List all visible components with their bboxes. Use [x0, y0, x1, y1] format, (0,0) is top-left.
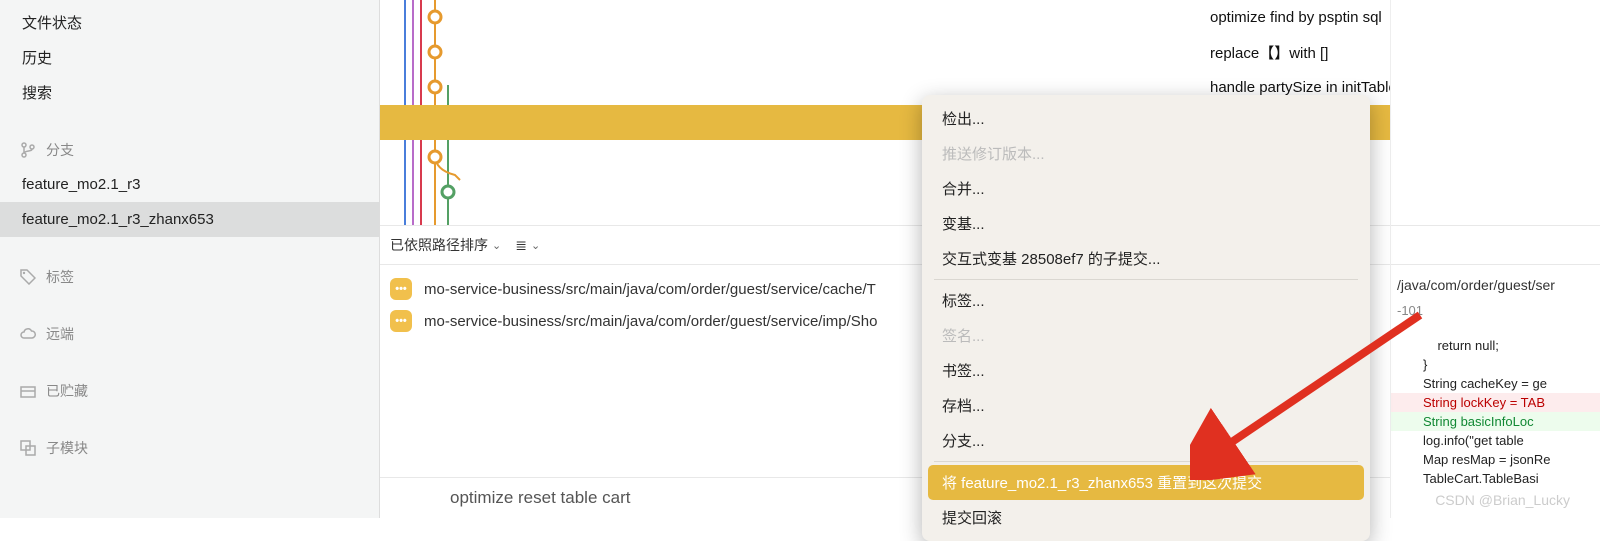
sidebar-branch-zhanx653[interactable]: feature_mo2.1_r3_zhanx653: [0, 202, 379, 237]
commit-msg: replace【】with []: [1210, 42, 1328, 63]
sidebar-item-search[interactable]: 搜索: [0, 75, 379, 110]
ctx-separator: [934, 461, 1358, 462]
watermark: CSDN @Brian_Lucky: [1435, 492, 1570, 508]
sidebar-item-history[interactable]: 历史: [0, 40, 379, 75]
file-modified-icon: •••: [390, 310, 412, 332]
diff-line: Map resMap = jsonRe: [1391, 450, 1600, 469]
sidebar-section-branch[interactable]: 分支: [0, 132, 379, 167]
sidebar-section-stash-label: 已贮藏: [46, 381, 88, 401]
ctx-sign: 签名...: [928, 318, 1364, 353]
sort-dropdown[interactable]: 已依照路径排序 ⌄: [390, 235, 501, 255]
stash-icon: [20, 383, 36, 399]
diff-panel: /java/com/order/guest/ser -101 return nu…: [1390, 0, 1600, 518]
ctx-tag[interactable]: 标签...: [928, 283, 1364, 318]
sidebar-section-branch-label: 分支: [46, 140, 74, 160]
diff-file-header: /java/com/order/guest/ser: [1391, 265, 1600, 297]
commit-row[interactable]: optimize find by psptin sql: [380, 0, 1390, 35]
commit-msg: optimize find by psptin sql: [1210, 9, 1382, 26]
sidebar-section-tag[interactable]: 标签: [0, 259, 379, 294]
ctx-interactive-rebase[interactable]: 交互式变基 28508ef7 的子提交...: [928, 241, 1364, 276]
ctx-reset-to-commit[interactable]: 将 feature_mo2.1_r3_zhanx653 重置到这次提交: [928, 465, 1364, 500]
commit-msg: handle partySize in initTableInfo: [1210, 79, 1390, 96]
ctx-rebase[interactable]: 变基...: [928, 206, 1364, 241]
sidebar: 文件状态 历史 搜索 分支 feature_mo2.1_r3 feature_m…: [0, 0, 380, 518]
sidebar-section-stash[interactable]: 已贮藏: [0, 373, 379, 408]
diff-hunk-header: -101: [1391, 297, 1600, 336]
file-modified-icon: •••: [390, 278, 412, 300]
diff-line: return null;: [1391, 336, 1600, 355]
ctx-separator: [934, 279, 1358, 280]
diff-line: }: [1391, 355, 1600, 374]
diff-line: String cacheKey = ge: [1391, 374, 1600, 393]
sidebar-item-filestatus[interactable]: 文件状态: [0, 5, 379, 40]
sidebar-section-remote-label: 远端: [46, 324, 74, 344]
diff-line: log.info("get table: [1391, 431, 1600, 450]
sidebar-section-submodule-label: 子模块: [46, 438, 88, 458]
diff-line-added: String basicInfoLoc: [1391, 412, 1600, 431]
sidebar-branch-r3[interactable]: feature_mo2.1_r3: [0, 167, 379, 202]
ctx-branch[interactable]: 分支...: [928, 423, 1364, 458]
tag-icon: [20, 269, 36, 285]
ctx-archive[interactable]: 存档...: [928, 388, 1364, 423]
ctx-checkout[interactable]: 检出...: [928, 101, 1364, 136]
sidebar-section-remote[interactable]: 远端: [0, 316, 379, 351]
submodule-icon: [20, 440, 36, 456]
diff-line-removed: String lockKey = TAB: [1391, 393, 1600, 412]
chevron-down-icon: ⌄: [531, 239, 540, 252]
ctx-push-rev: 推送修订版本...: [928, 136, 1364, 171]
file-path: mo-service-business/src/main/java/com/or…: [424, 281, 876, 298]
list-icon: ≣: [515, 237, 527, 254]
commit-row[interactable]: replace【】with []: [380, 35, 1390, 70]
sidebar-section-submodule[interactable]: 子模块: [0, 430, 379, 465]
ctx-bookmark[interactable]: 书签...: [928, 353, 1364, 388]
chevron-down-icon: ⌄: [492, 239, 501, 252]
list-mode-dropdown[interactable]: ≣ ⌄: [515, 237, 540, 254]
ctx-merge[interactable]: 合并...: [928, 171, 1364, 206]
sidebar-section-tag-label: 标签: [46, 267, 74, 287]
diff-line: TableCart.TableBasi: [1391, 469, 1600, 488]
file-path: mo-service-business/src/main/java/com/or…: [424, 313, 878, 330]
branch-icon: [20, 142, 36, 158]
sort-label: 已依照路径排序: [390, 235, 488, 255]
cloud-icon: [20, 326, 36, 342]
context-menu: 检出... 推送修订版本... 合并... 变基... 交互式变基 28508e…: [922, 95, 1370, 541]
